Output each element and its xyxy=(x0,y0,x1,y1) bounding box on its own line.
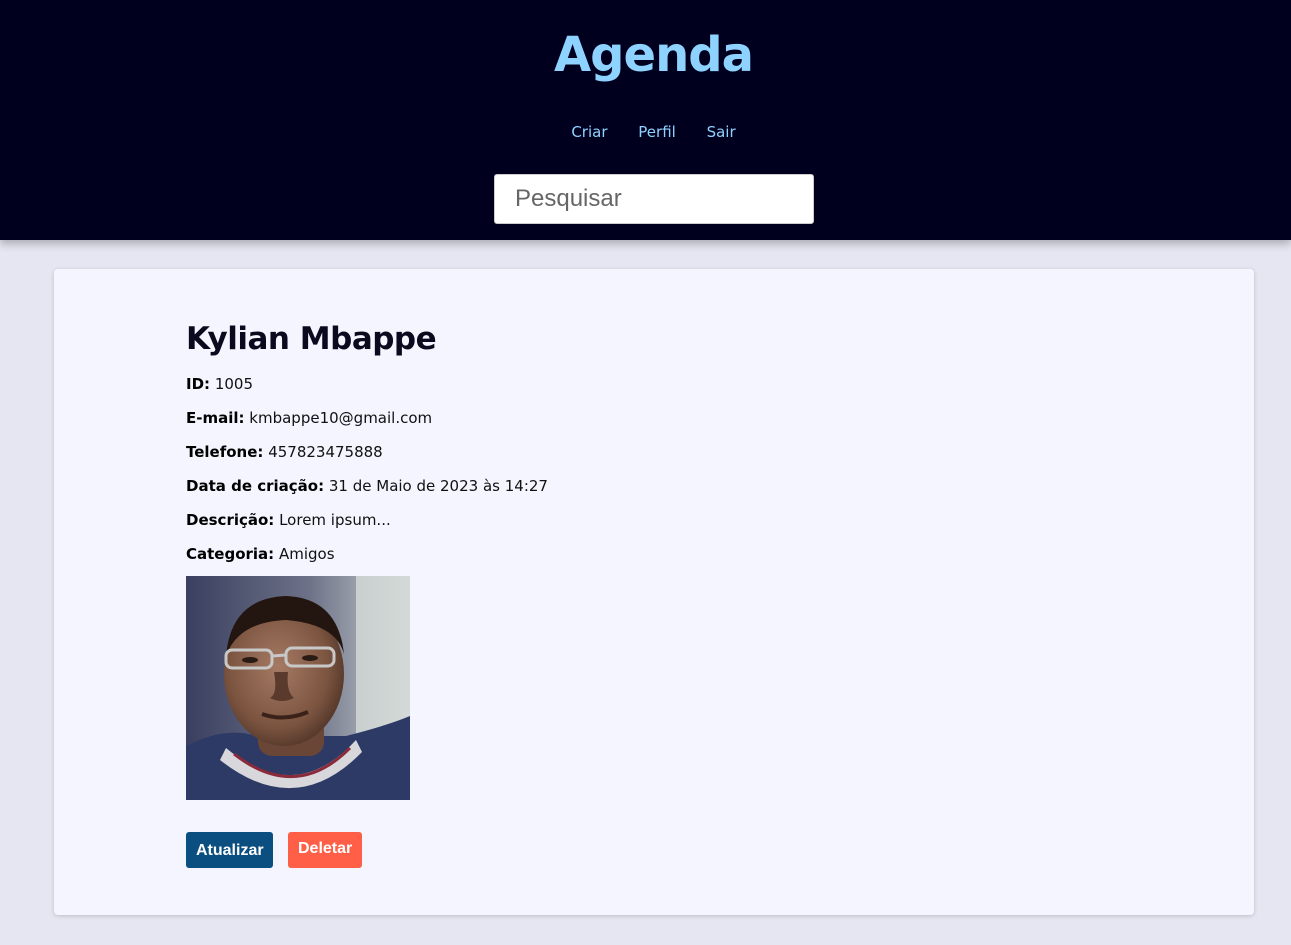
delete-button[interactable]: Deletar xyxy=(288,832,362,868)
contact-email: E-mail: kmbappe10@gmail.com xyxy=(186,408,432,428)
contact-category-label: Categoria: xyxy=(186,545,275,563)
app-title: Agenda xyxy=(554,27,754,83)
contact-name: Kylian Mbappe xyxy=(186,321,437,357)
contact-photo xyxy=(186,576,410,800)
contact-created: Data de criação: 31 de Maio de 2023 às 1… xyxy=(186,476,548,496)
contact-photo-image xyxy=(186,576,410,800)
contact-phone-label: Telefone: xyxy=(186,443,264,461)
update-button[interactable]: Atualizar xyxy=(186,832,273,868)
contact-description: Descrição: Lorem ipsum... xyxy=(186,510,391,530)
main-nav: Criar Perfil Sair xyxy=(0,121,1291,143)
nav-link-sair[interactable]: Sair xyxy=(707,123,736,141)
contact-email-label: E-mail: xyxy=(186,409,245,427)
contact-id: ID: 1005 xyxy=(186,374,253,394)
contact-created-label: Data de criação: xyxy=(186,477,325,495)
contact-description-value: Lorem ipsum... xyxy=(279,511,391,529)
contact-created-value: 31 de Maio de 2023 às 14:27 xyxy=(328,477,548,495)
contact-phone: Telefone: 457823475888 xyxy=(186,442,383,462)
search-input[interactable] xyxy=(494,174,814,224)
nav-link-criar[interactable]: Criar xyxy=(571,123,607,141)
contact-phone-value: 457823475888 xyxy=(268,443,383,461)
contact-category: Categoria: Amigos xyxy=(186,544,335,564)
contact-email-value: kmbappe10@gmail.com xyxy=(249,409,433,427)
contact-id-label: ID: xyxy=(186,375,211,393)
contact-id-value: 1005 xyxy=(214,375,253,393)
contact-card: Kylian Mbappe ID: 1005 E-mail: kmbappe10… xyxy=(54,269,1254,915)
header: Agenda Criar Perfil Sair xyxy=(0,0,1291,240)
nav-link-perfil[interactable]: Perfil xyxy=(638,123,676,141)
contact-description-label: Descrição: xyxy=(186,511,275,529)
contact-category-value: Amigos xyxy=(278,545,335,563)
